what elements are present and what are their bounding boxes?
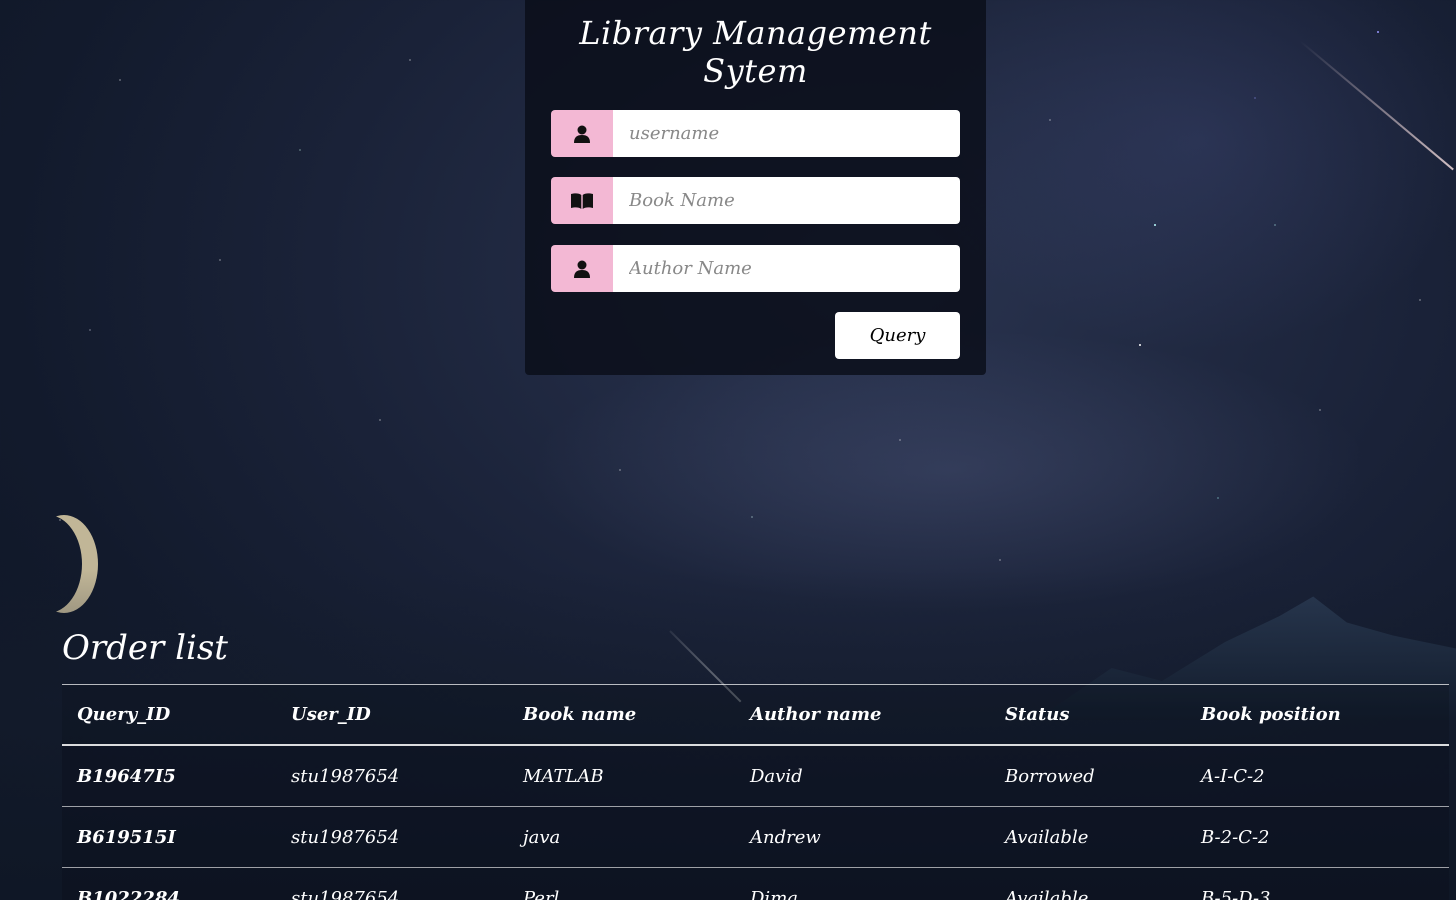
book-name-field (551, 177, 960, 224)
username-input[interactable] (613, 110, 960, 157)
query-button[interactable]: Query (835, 312, 960, 359)
query-id-cell: B1022284 (62, 867, 276, 900)
author-name-cell: Andrew (735, 806, 990, 868)
author-name-field (551, 245, 960, 292)
table-header-row: Query_ID User_ID Book name Author name S… (62, 684, 1449, 745)
column-header: Book name (508, 684, 735, 745)
book-name-cell: java (508, 806, 735, 868)
user-id-cell: stu1987654 (276, 745, 508, 807)
user-id-cell: stu1987654 (276, 806, 508, 868)
query-panel: Library Management Sytem Query (525, 0, 986, 375)
author-name-cell: David (735, 745, 990, 807)
table-row: B19647I5 stu1987654 MATLAB David Borrowe… (62, 745, 1449, 807)
column-header: Book position (1186, 684, 1449, 745)
status-cell: Available (990, 806, 1186, 868)
query-id-cell: B19647I5 (62, 745, 276, 807)
book-position-cell: B-2-C-2 (1186, 806, 1449, 868)
table-row: B619515I stu1987654 java Andrew Availabl… (62, 806, 1449, 868)
author-name-input[interactable] (613, 245, 960, 292)
book-position-cell: A-I-C-2 (1186, 745, 1449, 807)
column-header: Status (990, 684, 1186, 745)
book-icon (551, 177, 613, 224)
status-cell: Borrowed (990, 745, 1186, 807)
column-header: Query_ID (62, 684, 276, 745)
order-list-title: Order list (62, 628, 228, 668)
order-table: Query_ID User_ID Book name Author name S… (62, 684, 1449, 900)
page-title: Library Management Sytem (579, 14, 932, 90)
username-field (551, 110, 960, 157)
book-position-cell: B-5-D-3 (1186, 867, 1449, 900)
table-row: B1022284 stu1987654 Perl Dima Available … (62, 867, 1449, 900)
book-name-cell: MATLAB (508, 745, 735, 807)
column-header: User_ID (276, 684, 508, 745)
author-name-cell: Dima (735, 867, 990, 900)
status-cell: Available (990, 867, 1186, 900)
query-id-cell: B619515I (62, 806, 276, 868)
column-header: Author name (735, 684, 990, 745)
user-id-cell: stu1987654 (276, 867, 508, 900)
user-icon (551, 110, 613, 157)
user-icon (551, 245, 613, 292)
book-name-cell: Perl (508, 867, 735, 900)
book-name-input[interactable] (613, 177, 960, 224)
